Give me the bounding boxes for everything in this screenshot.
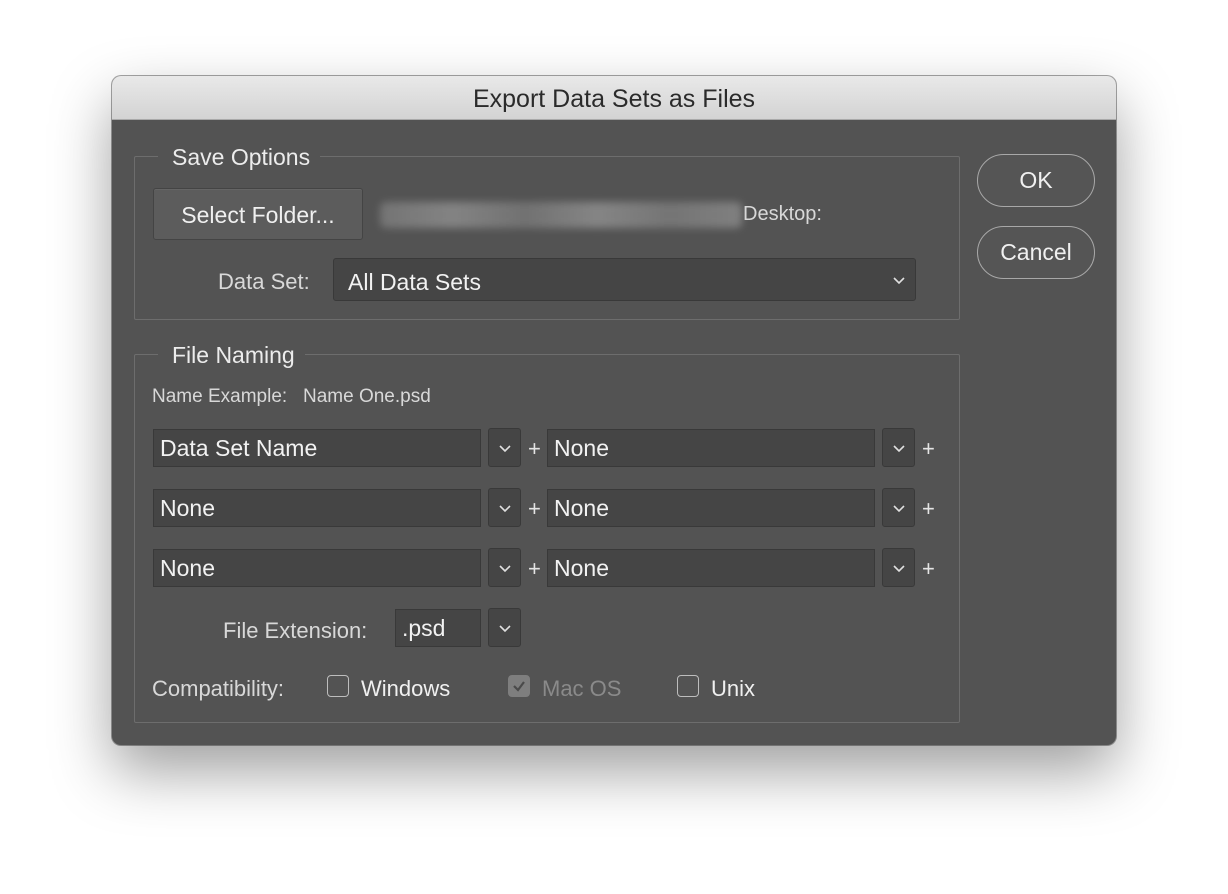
data-set-label: Data Set: (218, 269, 310, 294)
unix-checkbox[interactable] (677, 675, 699, 697)
file-extension-dropdown[interactable] (488, 608, 521, 647)
file-extension-label: File Extension: (223, 618, 368, 643)
checkmark-icon (513, 681, 525, 692)
mac-os-label: Mac OS (542, 676, 622, 701)
plus-sign: + (528, 496, 541, 521)
chevron-down-icon (893, 277, 905, 285)
chevron-down-icon (499, 565, 511, 573)
chevron-down-icon (893, 565, 905, 573)
file-extension-field[interactable]: .psd (395, 609, 481, 647)
naming-field-1-right[interactable]: None (547, 429, 875, 467)
naming-dropdown-1-left[interactable] (488, 428, 521, 467)
name-example-label: Name Example: (152, 386, 288, 407)
naming-field-1-left[interactable]: Data Set Name (153, 429, 481, 467)
save-options-legend: Save Options (158, 144, 321, 170)
plus-sign: + (528, 436, 541, 461)
chevron-down-icon (499, 625, 511, 633)
naming-dropdown-1-right[interactable] (882, 428, 915, 467)
select-folder-button[interactable]: Select Folder... (153, 188, 363, 240)
naming-field-2-right[interactable]: None (547, 489, 875, 527)
ok-button[interactable]: OK (977, 154, 1095, 207)
file-naming-legend: File Naming (158, 342, 305, 368)
cancel-button[interactable]: Cancel (977, 226, 1095, 279)
data-set-select[interactable]: All Data Sets (333, 258, 916, 301)
chevron-down-icon (893, 445, 905, 453)
chevron-down-icon (893, 505, 905, 513)
naming-field-3-left[interactable]: None (153, 549, 481, 587)
file-naming-group (134, 354, 960, 723)
plus-sign: + (528, 556, 541, 581)
export-dialog: Export Data Sets as Files Save Options S… (112, 76, 1116, 745)
unix-label: Unix (711, 676, 756, 701)
windows-label: Windows (361, 676, 451, 701)
compatibility-label: Compatibility: (152, 676, 285, 701)
naming-field-2-left[interactable]: None (153, 489, 481, 527)
naming-dropdown-3-right[interactable] (882, 548, 915, 587)
plus-sign: + (922, 496, 935, 521)
plus-sign: + (922, 556, 935, 581)
naming-dropdown-2-left[interactable] (488, 488, 521, 527)
naming-dropdown-3-left[interactable] (488, 548, 521, 587)
data-set-value: All Data Sets (348, 269, 481, 295)
folder-path-redacted (380, 202, 742, 228)
naming-dropdown-2-right[interactable] (882, 488, 915, 527)
window-title: Export Data Sets as Files (112, 76, 1116, 120)
naming-field-3-right[interactable]: None (547, 549, 875, 587)
name-example-value: Name One.psd (303, 386, 431, 407)
chevron-down-icon (499, 505, 511, 513)
plus-sign: + (922, 436, 935, 461)
folder-path-suffix: Desktop: (743, 203, 822, 225)
mac-os-checkbox (508, 675, 530, 697)
chevron-down-icon (499, 445, 511, 453)
windows-checkbox[interactable] (327, 675, 349, 697)
